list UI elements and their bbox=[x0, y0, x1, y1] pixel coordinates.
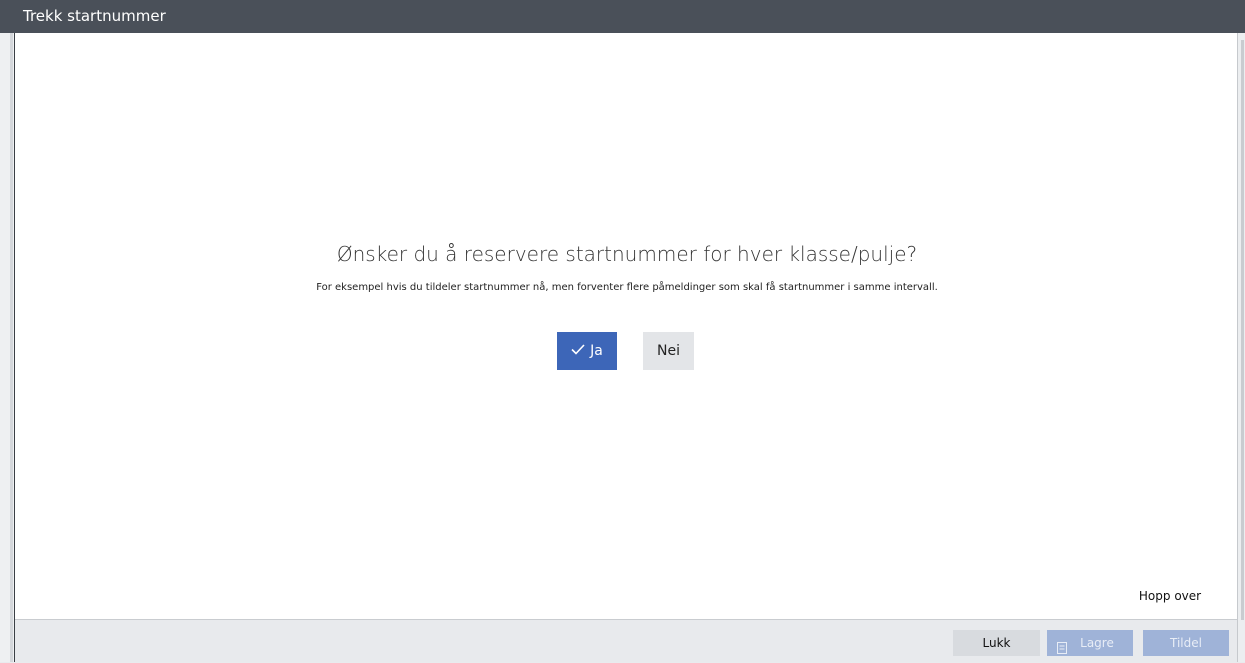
background-window-left bbox=[0, 0, 14, 662]
yes-button[interactable]: Ja bbox=[557, 332, 617, 370]
question-heading: Ønsker du å reservere startnummer for hv… bbox=[336, 242, 918, 266]
dialog-title: Trekk startnummer bbox=[0, 0, 1245, 33]
save-icon bbox=[1057, 637, 1067, 663]
background-scrollbar bbox=[10, 33, 13, 662]
skip-link[interactable]: Hopp over bbox=[1125, 589, 1215, 603]
dialog-footer: Lukk Lagre Tildel bbox=[15, 619, 1237, 662]
close-button[interactable]: Lukk bbox=[953, 630, 1040, 656]
trekk-startnummer-dialog: Trekk startnummer Ønsker du å reservere … bbox=[0, 0, 1245, 662]
save-button-label: Lagre bbox=[1080, 636, 1114, 650]
check-icon bbox=[571, 332, 585, 370]
question-description: For eksempel hvis du tildeler startnumme… bbox=[316, 282, 938, 293]
yes-button-label: Ja bbox=[590, 343, 603, 359]
background-scrollbar-right bbox=[1241, 40, 1244, 620]
assign-button[interactable]: Tildel bbox=[1143, 630, 1229, 656]
background-window-right bbox=[1238, 0, 1245, 662]
save-button[interactable]: Lagre bbox=[1047, 630, 1133, 656]
no-button[interactable]: Nei bbox=[643, 332, 694, 370]
